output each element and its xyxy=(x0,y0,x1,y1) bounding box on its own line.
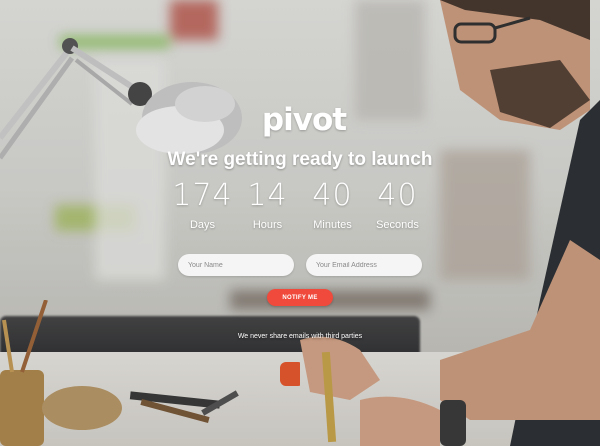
brand-logo: pivot xyxy=(261,102,347,138)
email-input[interactable] xyxy=(306,254,422,276)
countdown-hours-label: Hours xyxy=(252,219,283,231)
page-title: We're getting ready to launch xyxy=(167,149,433,170)
countdown-minutes-label: Minutes xyxy=(313,219,352,231)
countdown-minutes-value: 40 xyxy=(312,178,353,213)
countdown-hours-value: 14 xyxy=(247,178,288,213)
privacy-note: We never share emails with third parties xyxy=(237,333,363,340)
name-input[interactable] xyxy=(178,254,294,276)
countdown-hours: 14 Hours xyxy=(235,176,300,231)
countdown-seconds-label: Seconds xyxy=(376,219,419,231)
countdown-days-value: 174 xyxy=(172,178,233,213)
countdown-minutes: 40 Minutes xyxy=(300,176,365,231)
countdown-days-label: Days xyxy=(189,219,216,231)
countdown-seconds-value: 40 xyxy=(377,178,418,213)
countdown-days: 174 Days xyxy=(170,176,235,231)
countdown-seconds: 40 Seconds xyxy=(365,176,430,231)
countdown-timer: 174 Days 14 Hours 40 Minutes 40 Seconds xyxy=(170,176,430,236)
notify-me-button[interactable]: NOTIFY ME xyxy=(267,289,333,306)
launch-hero: pivot We're getting ready to launch 174 … xyxy=(0,0,600,446)
